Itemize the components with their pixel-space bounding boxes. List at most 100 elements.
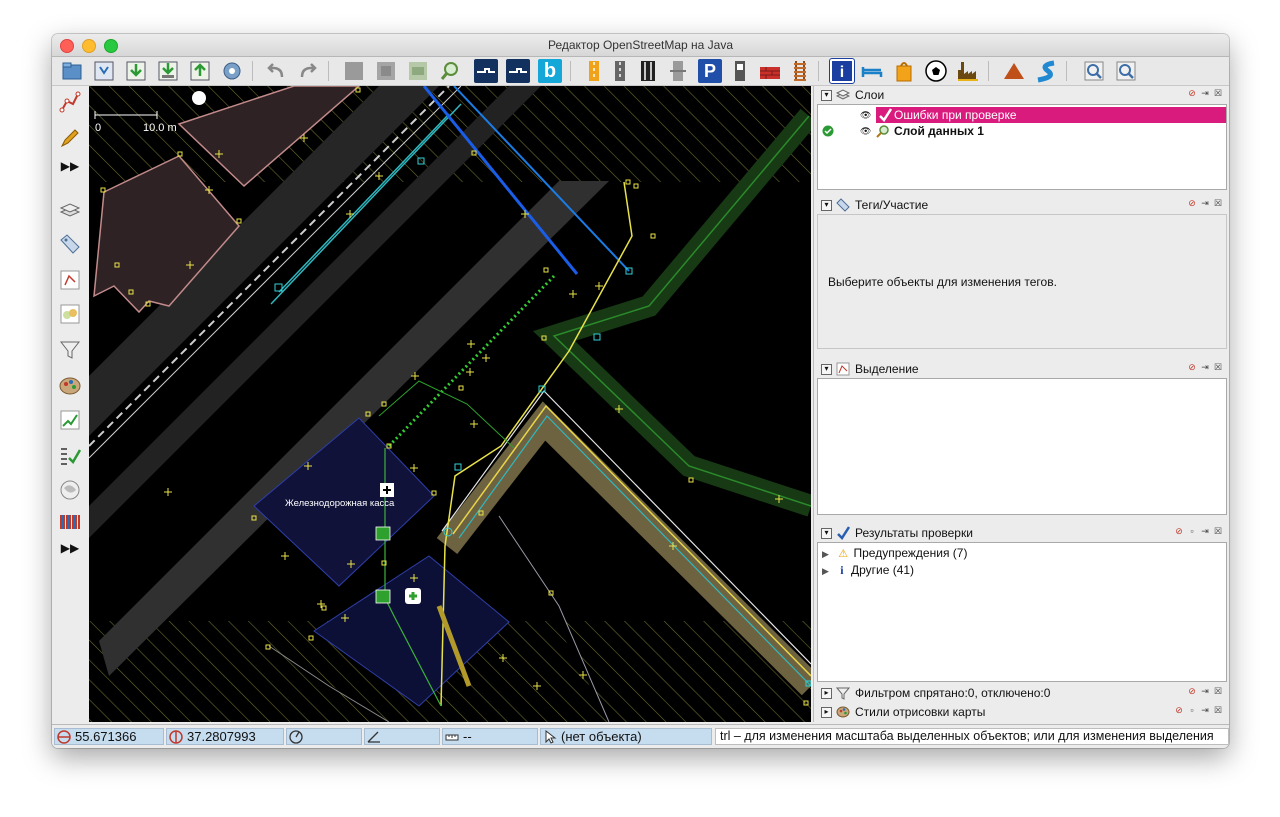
settings-icon[interactable]: ⊘ [1187,686,1197,696]
expand-arrow-icon[interactable]: ▶ [822,566,829,576]
search-icon[interactable] [438,59,462,83]
maximize-window-button[interactable] [104,39,118,53]
changeset-toggle-icon[interactable] [58,444,82,468]
save-icon[interactable] [92,59,116,83]
detach-icon[interactable]: ⇥ [1200,88,1210,98]
layers-dialog-header[interactable]: ▾ Слои ⊘ ⇥ ☒ [817,86,1227,104]
relations-toggle-icon[interactable] [58,302,82,326]
close-window-button[interactable] [60,39,74,53]
map-canvas[interactable]: 0 10.0 m Железнодорожная касса [89,86,811,722]
selection-list[interactable] [817,378,1227,515]
tree-item-other[interactable]: ▶ i Другие (41) [822,562,914,579]
tree-item-warnings[interactable]: ▶ ⚠ Предупреждения (7) [822,545,967,562]
close-icon[interactable]: ☒ [1213,198,1223,208]
peak-icon[interactable] [1002,59,1026,83]
collapse-toggle-icon[interactable]: ▾ [821,364,832,375]
layer-label-selected[interactable]: Ошибки при проверке [876,107,1226,123]
close-icon[interactable]: ☒ [1213,526,1223,536]
parking-icon[interactable]: P [698,59,722,83]
selection-toggle-icon[interactable] [58,268,82,292]
layer-item-data[interactable]: 👁 Слой данных 1 [818,123,1226,139]
close-icon[interactable]: ☒ [1213,705,1223,715]
expand-arrow-icon[interactable]: ▶ [822,549,829,559]
expand-toggle-icon[interactable]: ▸ [821,707,832,718]
collapse-toggle-icon[interactable]: ▾ [821,528,832,539]
layer-item-validation[interactable]: 👁 Ошибки при проверке [818,107,1226,123]
more-tools-icon[interactable]: ▶▶ [58,154,82,178]
fuel-icon[interactable] [728,59,752,83]
redo-icon[interactable] [296,59,320,83]
settings-icon[interactable]: ⊘ [1187,198,1197,208]
industrial-icon[interactable] [956,59,980,83]
imagery-icon-1[interactable] [474,59,498,83]
settings-icon[interactable]: ⊘ [1174,526,1184,536]
bing-icon[interactable]: b [538,59,562,83]
road-preset-icon-3[interactable] [636,59,660,83]
wall-icon[interactable] [758,59,782,83]
paste-tags-icon[interactable] [406,59,430,83]
tags-empty-text: Выберите объекты для изменения тегов. [828,275,1057,289]
shop-icon[interactable] [892,59,916,83]
detach-icon[interactable]: ⇥ [1200,705,1210,715]
expand-toggle-icon[interactable]: ▸ [821,688,832,699]
filter-dialog-header[interactable]: ▸ Фильтром спрятано:0, отключено:0 ⊘ ⇥ ☒ [817,684,1227,702]
window-title: Редактор OpenStreetMap на Java [547,38,734,52]
upload-icon[interactable] [188,59,212,83]
open-file-icon[interactable] [60,59,84,83]
styles-dialog: ▸ Стили отрисовки карты ⊘ ▫ ⇥ ☒ [817,703,1227,721]
hotel-icon[interactable] [860,59,884,83]
railway-icon[interactable] [788,59,812,83]
copy-icon[interactable] [342,59,366,83]
undo-icon[interactable] [264,59,288,83]
sport-icon[interactable] [924,59,948,83]
road-preset-icon-2[interactable] [608,59,632,83]
more-panels-icon[interactable]: ▶▶ [58,536,82,560]
select-tool-icon[interactable] [58,90,82,114]
josm-window: Редактор OpenStreetMap на Java b P i ▶▶ … [52,34,1229,748]
download-icon[interactable] [124,59,148,83]
close-icon[interactable]: ☒ [1213,88,1223,98]
help-icon[interactable]: ▫ [1187,526,1197,536]
layers-icon [836,89,850,100]
tags-toggle-icon[interactable] [58,232,82,256]
download-data-icon[interactable] [156,59,180,83]
draw-tool-icon[interactable] [58,126,82,150]
close-icon[interactable]: ☒ [1213,686,1223,696]
detach-icon[interactable]: ⇥ [1200,198,1210,208]
settings-icon[interactable]: ⊘ [1187,362,1197,372]
paste-icon[interactable] [374,59,398,83]
minimize-window-button[interactable] [82,39,96,53]
road-preset-icon-4[interactable] [666,59,690,83]
map-view[interactable]: 0 10.0 m Железнодорожная касса [89,86,811,722]
tags-dialog-header[interactable]: ▾ Теги/Участие ⊘ ⇥ ☒ [817,196,1227,214]
eye-icon[interactable]: 👁 [860,107,871,123]
detach-icon[interactable]: ⇥ [1200,362,1210,372]
selection-dialog-header[interactable]: ▾ Выделение ⊘ ⇥ ☒ [817,360,1227,378]
filter-toggle-icon[interactable] [58,338,82,362]
map-styles-toggle-icon[interactable] [58,374,82,398]
layers-toggle-icon[interactable] [58,198,82,222]
info-icon[interactable]: i [829,58,855,84]
entrance-icon-2[interactable] [375,589,391,604]
detach-icon[interactable]: ⇥ [1200,526,1210,536]
settings-icon[interactable]: ⊘ [1174,705,1184,715]
collapse-toggle-icon[interactable]: ▾ [821,90,832,101]
road-preset-icon-1[interactable] [582,59,606,83]
detach-icon[interactable]: ⇥ [1200,686,1210,696]
imagery-icon-2[interactable] [506,59,530,83]
settings-icon[interactable]: ⊘ [1187,88,1197,98]
validator-toggle-icon[interactable] [58,408,82,432]
close-icon[interactable]: ☒ [1213,362,1223,372]
validation-dialog-header[interactable]: ▾ Результаты проверки ⊘ ▫ ⇥ ☒ [817,524,1227,542]
eye-icon[interactable]: 👁 [860,123,871,139]
zoom-out-icon[interactable] [1114,59,1138,83]
zoom-in-icon[interactable] [1082,59,1106,83]
preferences-icon[interactable] [220,59,244,83]
authors-toggle-icon[interactable] [58,510,82,534]
waterway-icon[interactable] [1034,59,1058,83]
imagery-toggle-icon[interactable] [58,478,82,502]
entrance-icon-1[interactable] [375,526,391,541]
help-icon[interactable]: ▫ [1187,705,1197,715]
styles-dialog-header[interactable]: ▸ Стили отрисовки карты ⊘ ▫ ⇥ ☒ [817,703,1227,721]
collapse-toggle-icon[interactable]: ▾ [821,200,832,211]
